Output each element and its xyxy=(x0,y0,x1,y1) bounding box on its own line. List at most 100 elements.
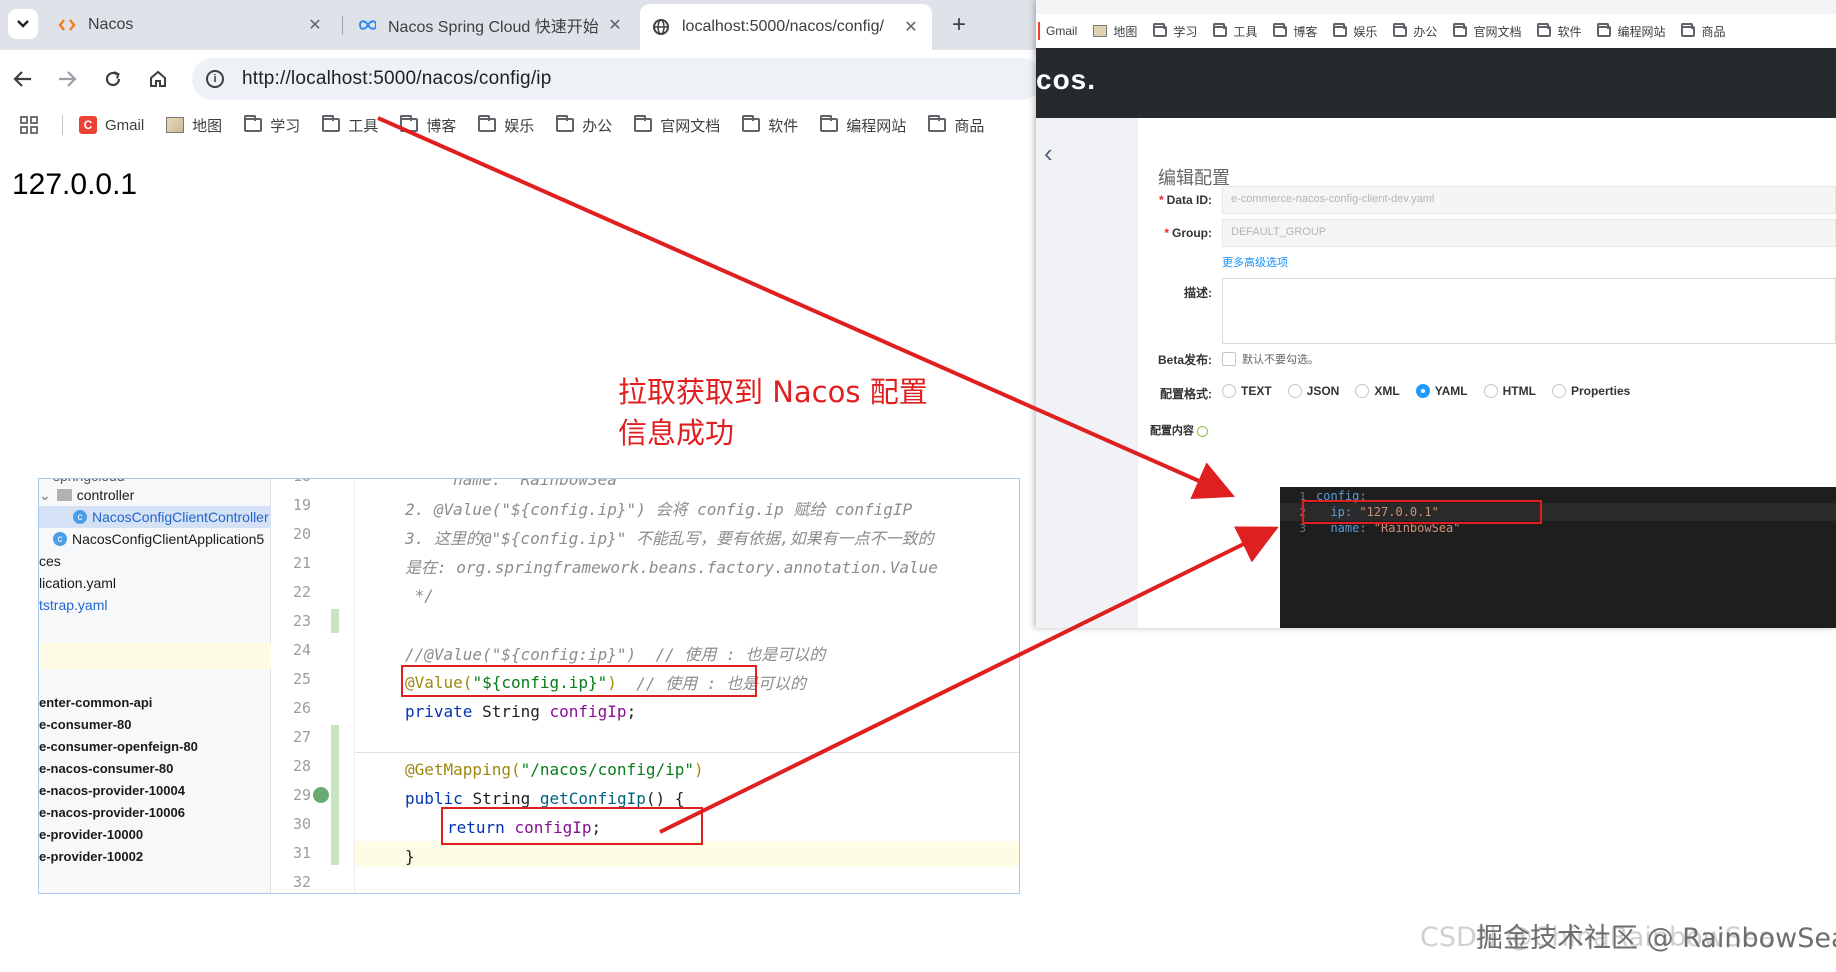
folder-icon xyxy=(1273,22,1288,37)
tab-nacos-spring-cloud[interactable]: Nacos Spring Cloud 快速开始 ✕ xyxy=(346,6,636,44)
bookmark-label: 博客 xyxy=(1293,24,1318,39)
group-field[interactable]: DEFAULT_GROUP xyxy=(1222,219,1836,247)
tree-module[interactable]: e-provider-10000 xyxy=(39,823,143,845)
folder-icon xyxy=(820,115,839,132)
config-content-editor[interactable]: 1 config: 2 ip: "127.0.0.1" 3 name: "Rain… xyxy=(1280,487,1836,628)
bookmark-folder-docs[interactable]: 官网文档 xyxy=(1453,22,1521,40)
vcs-change-marker xyxy=(331,725,339,865)
bookmark-folder-office[interactable]: 办公 xyxy=(1393,22,1437,40)
description-label: 描述: xyxy=(1184,286,1212,300)
close-icon[interactable]: ✕ xyxy=(902,17,920,37)
bookmark-folder-blog[interactable]: 博客 xyxy=(400,115,456,136)
tree-module[interactable]: enter-common-api xyxy=(39,691,152,713)
tree-module[interactable]: e-provider-10002 xyxy=(39,845,143,867)
beta-checkbox-wrapper[interactable]: 默认不要勾选。 xyxy=(1222,351,1319,367)
radio-json[interactable]: JSON xyxy=(1287,384,1339,398)
forward-button[interactable] xyxy=(52,64,82,94)
tree-item-application-yaml[interactable]: lication.yaml xyxy=(39,572,116,594)
ide-screenshot: springcloud ⌄controller cNacosConfigClie… xyxy=(38,478,1020,894)
back-button[interactable] xyxy=(8,64,38,94)
bookmark-folder-fun[interactable]: 娱乐 xyxy=(478,115,534,136)
code-editor[interactable]: name: RainbowSea 2. @Value("${config.ip}… xyxy=(355,479,1019,893)
bookmark-label: Gmail xyxy=(105,116,145,134)
bookmark-map[interactable]: 地图 xyxy=(1093,23,1137,40)
bookmark-folder-fun[interactable]: 娱乐 xyxy=(1333,22,1377,40)
tree-module[interactable]: e-consumer-openfeign-80 xyxy=(39,735,198,757)
data-id-row: * Data ID: e-commerce-nacos-config-client… xyxy=(1138,186,1836,214)
bookmark-folder-software[interactable]: 软件 xyxy=(1537,22,1581,40)
bookmark-folder-tools[interactable]: 工具 xyxy=(1213,22,1258,40)
folder-icon xyxy=(400,115,419,132)
bookmark-gmail[interactable]: Gmail xyxy=(1046,24,1077,38)
highlight-box-return xyxy=(441,807,703,845)
bookmark-folder-goods[interactable]: 商品 xyxy=(1681,22,1726,40)
data-id-field[interactable]: e-commerce-nacos-config-client-dev.yaml xyxy=(1222,186,1836,214)
description-textarea[interactable] xyxy=(1222,278,1836,344)
spring-bean-icon[interactable] xyxy=(313,787,329,803)
bookmark-folder-docs[interactable]: 官网文档 xyxy=(634,115,720,136)
bookmark-folder-coding[interactable]: 编程网站 xyxy=(820,115,906,136)
tree-item[interactable]: ces xyxy=(39,550,61,572)
radio-properties[interactable]: Properties xyxy=(1551,384,1630,398)
format-label: 配置格式: xyxy=(1160,387,1212,401)
close-icon[interactable]: ✕ xyxy=(306,15,324,35)
address-bar[interactable]: i http://localhost:5000/nacos/config/ip xyxy=(192,58,1042,100)
close-icon[interactable]: ✕ xyxy=(606,15,624,35)
tree-item-application-class[interactable]: c NacosConfigClientApplication5 xyxy=(53,528,264,550)
folder-icon xyxy=(928,115,947,132)
bookmark-map[interactable]: 地图 xyxy=(166,115,222,136)
bookmark-gmail[interactable]: C Gmail xyxy=(79,116,144,134)
reload-button[interactable] xyxy=(98,64,128,94)
back-arrow-icon[interactable]: ‹ xyxy=(1044,138,1053,169)
line-number: 31 xyxy=(292,844,311,862)
home-icon xyxy=(150,70,166,87)
description-row: 描述: xyxy=(1138,278,1836,344)
radio-html[interactable]: HTML xyxy=(1483,384,1536,398)
reload-icon xyxy=(105,71,121,87)
apps-button[interactable] xyxy=(20,116,38,134)
radio-yaml[interactable]: YAML xyxy=(1415,384,1468,398)
bookmark-folder-study[interactable]: 学习 xyxy=(244,115,300,136)
bookmark-folder-blog[interactable]: 博客 xyxy=(1273,22,1318,40)
nacos-brand-icon xyxy=(58,16,76,34)
tab-localhost-config[interactable]: localhost:5000/nacos/config/ ✕ xyxy=(640,4,932,50)
info-icon[interactable]: i xyxy=(206,70,224,88)
radio-circle xyxy=(1287,384,1302,398)
tree-module[interactable]: e-consumer-80 xyxy=(39,713,131,735)
advanced-options-link[interactable]: 更多高级选项 xyxy=(1222,254,1288,270)
radio-circle xyxy=(1551,384,1566,398)
tree-module[interactable]: e-nacos-consumer-80 xyxy=(39,757,173,779)
tree-module[interactable]: e-nacos-provider-10006 xyxy=(39,801,185,823)
radio-xml[interactable]: XML xyxy=(1355,384,1400,398)
bookmark-folder-software[interactable]: 软件 xyxy=(742,115,798,136)
tree-item-controller-class[interactable]: c NacosConfigClientController xyxy=(39,506,271,528)
bookmark-folder-office[interactable]: 办公 xyxy=(556,115,612,136)
code-line-field: private String configIp; xyxy=(405,701,637,721)
bookmark-folder-study[interactable]: 学习 xyxy=(1153,22,1197,40)
bookmark-label: 工具 xyxy=(1233,24,1258,39)
tree-item-controller[interactable]: ⌄ controller xyxy=(39,484,134,506)
tab-divider xyxy=(342,16,343,34)
beta-checkbox[interactable] xyxy=(1222,352,1236,366)
format-radio-group: TEXT JSON XML YAML HTML Properties xyxy=(1222,384,1646,398)
new-tab-button[interactable]: + xyxy=(944,10,974,40)
arrow-left-icon xyxy=(13,71,31,87)
beta-hint: 默认不要勾选。 xyxy=(1242,354,1319,366)
radio-label: YAML xyxy=(1434,384,1468,398)
bookmark-folder-goods[interactable]: 商品 xyxy=(928,115,984,136)
bookmark-label: 官网文档 xyxy=(660,117,721,135)
radio-text[interactable]: TEXT xyxy=(1222,384,1272,398)
tab-nacos[interactable]: Nacos ✕ xyxy=(46,6,336,44)
bookmark-folder-tools[interactable]: 工具 xyxy=(322,115,378,136)
tree-module[interactable]: e-nacos-provider-10004 xyxy=(39,779,185,801)
home-button[interactable] xyxy=(143,64,173,94)
bookmark-folder-coding[interactable]: 编程网站 xyxy=(1597,22,1665,40)
tab-label: Nacos Spring Cloud 快速开始 xyxy=(388,19,599,36)
content-label: 配置内容 xyxy=(1138,422,1218,438)
watermark-front-text: 掘金技术社区 @ RainbowSea xyxy=(1476,923,1836,954)
tree-item-bootstrap-yaml[interactable]: tstrap.yaml xyxy=(39,594,107,616)
nacos-sidebar: ‹ xyxy=(1036,118,1138,628)
tab-search-button[interactable] xyxy=(8,9,38,39)
nacos-logo[interactable]: cos. xyxy=(1036,64,1096,96)
help-icon[interactable] xyxy=(1197,425,1208,437)
